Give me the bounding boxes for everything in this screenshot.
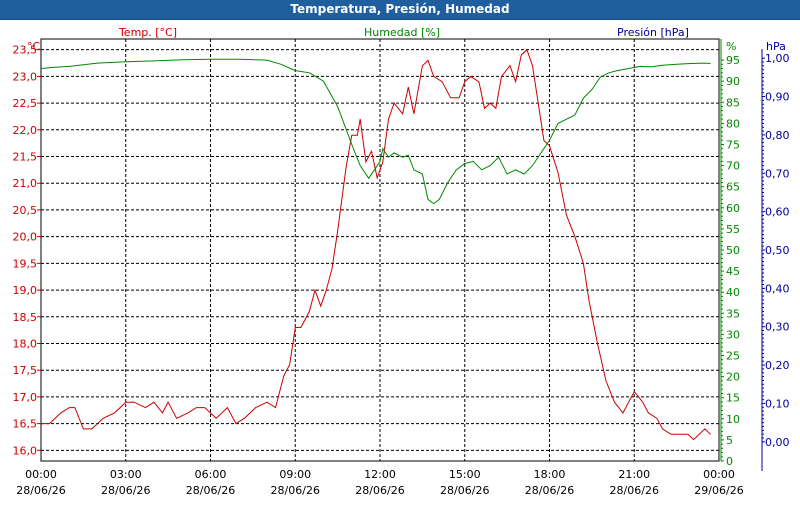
x-tick-date: 28/06/26: [16, 484, 65, 497]
x-tick-time: 06:00: [195, 468, 227, 481]
temp-tick-label: 16,5: [13, 418, 38, 431]
temp-tick-label: 20,5: [13, 204, 38, 217]
x-tick-time: 00:00: [703, 468, 735, 481]
humidity-tick-label: 25: [726, 350, 740, 363]
temp-tick-label: 23,5: [13, 44, 38, 57]
pressure-axis-unit: hPa: [766, 40, 786, 53]
humidity-tick-label: 50: [726, 244, 740, 257]
temp-tick-label: 16,0: [13, 444, 38, 457]
humidity-tick-label: 40: [726, 286, 740, 299]
x-tick-time: 21:00: [618, 468, 650, 481]
temp-tick-label: 22,0: [13, 124, 38, 137]
pressure-tick-label: 0,50: [765, 244, 790, 257]
pressure-tick-label: 1,00: [765, 52, 790, 65]
pressure-tick-label: 0,30: [765, 321, 790, 334]
temp-tick-label: 21,0: [13, 177, 38, 190]
temp-tick-label: 21,5: [13, 151, 38, 164]
x-tick-date: 28/06/26: [440, 484, 489, 497]
humidity-series-label: Humedad [%]: [364, 26, 440, 39]
humidity-tick-label: 5: [726, 434, 733, 447]
humidity-tick-label: 0: [726, 455, 733, 468]
x-tick-date: 28/06/26: [610, 484, 659, 497]
humidity-tick-label: 70: [726, 160, 740, 173]
pressure-series-label: Presión [hPa]: [617, 26, 689, 39]
temp-series-label: Temp. [°C]: [118, 26, 177, 39]
temp-tick-label: 22,5: [13, 97, 38, 110]
humidity-tick-label: 85: [726, 96, 740, 109]
x-tick-time: 15:00: [449, 468, 481, 481]
humidity-axis-unit: %: [726, 40, 736, 53]
x-tick-date: 28/06/26: [355, 484, 404, 497]
pressure-tick-label: 0,00: [765, 436, 790, 449]
temp-tick-label: 19,0: [13, 284, 38, 297]
x-tick-time: 12:00: [364, 468, 396, 481]
x-tick-date: 28/06/26: [271, 484, 320, 497]
temp-tick-label: 18,5: [13, 311, 38, 324]
humidity-tick-label: 65: [726, 181, 740, 194]
humidity-tick-label: 30: [726, 328, 740, 341]
x-tick-time: 00:00: [25, 468, 57, 481]
x-tick-date: 29/06/26: [694, 484, 743, 497]
pressure-tick-label: 0,80: [765, 129, 790, 142]
temp-tick-label: 19,5: [13, 257, 38, 270]
temp-tick-label: 18,0: [13, 337, 38, 350]
temp-tick-label: 17,5: [13, 364, 38, 377]
pressure-tick-label: 0,40: [765, 282, 790, 295]
chart-title: Temperatura, Presión, Humedad: [0, 0, 800, 20]
humidity-tick-label: 55: [726, 223, 740, 236]
humidity-tick-label: 20: [726, 371, 740, 384]
humidity-tick-label: 95: [726, 54, 740, 67]
humidity-tick-label: 90: [726, 75, 740, 88]
temp-tick-label: 17,0: [13, 391, 38, 404]
x-tick-time: 03:00: [110, 468, 142, 481]
humidity-tick-label: 45: [726, 265, 740, 278]
x-tick-time: 09:00: [279, 468, 311, 481]
x-tick-date: 28/06/26: [186, 484, 235, 497]
chart-area: °C Temp. [°C] Humedad [%] Presión [hPa] …: [0, 20, 800, 500]
humidity-tick-label: 15: [726, 392, 740, 405]
pressure-tick-label: 0,60: [765, 206, 790, 219]
pressure-tick-label: 0,70: [765, 167, 790, 180]
x-tick-date: 28/06/26: [101, 484, 150, 497]
humidity-tick-label: 10: [726, 413, 740, 426]
temp-tick-label: 20,0: [13, 231, 38, 244]
humidity-tick-label: 75: [726, 139, 740, 152]
chart-svg: °C Temp. [°C] Humedad [%] Presión [hPa] …: [13, 26, 790, 497]
humidity-tick-label: 35: [726, 307, 740, 320]
pressure-tick-label: 0,10: [765, 397, 790, 410]
pressure-tick-label: 0,90: [765, 91, 790, 104]
x-tick-time: 18:00: [534, 468, 566, 481]
x-tick-date: 28/06/26: [525, 484, 574, 497]
pressure-tick-label: 0,20: [765, 359, 790, 372]
temp-tick-label: 23,0: [13, 70, 38, 83]
humidity-tick-label: 80: [726, 117, 740, 130]
humidity-tick-label: 60: [726, 202, 740, 215]
